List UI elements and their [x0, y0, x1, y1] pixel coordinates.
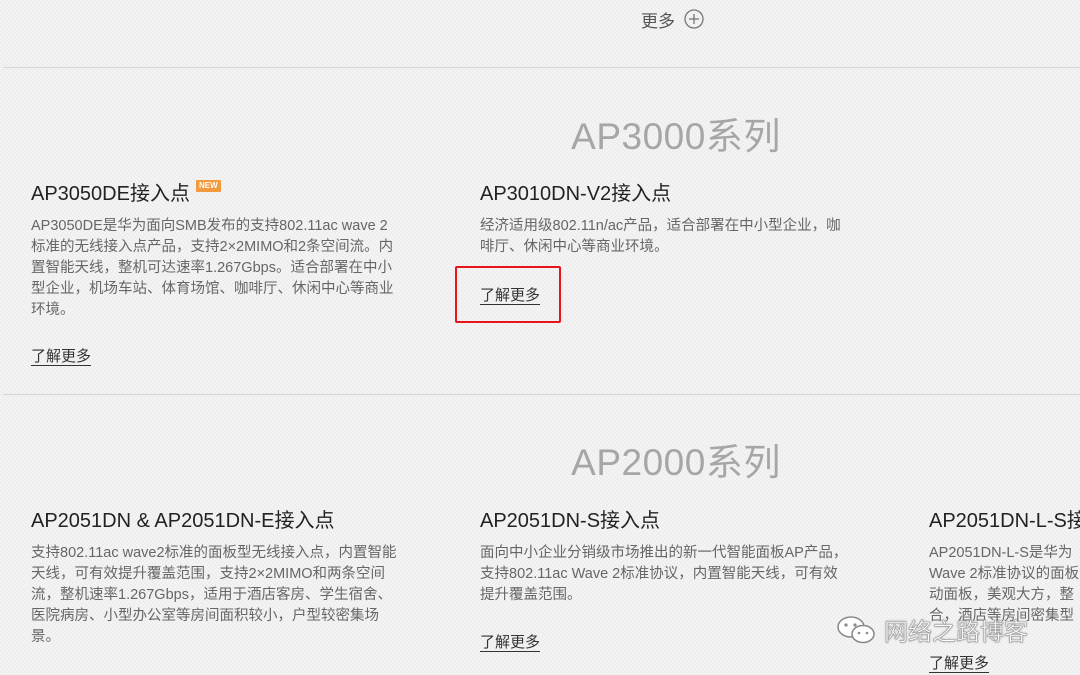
plus-circle-icon — [684, 9, 704, 29]
new-badge: NEW — [195, 179, 221, 192]
more-button[interactable]: 更多 — [641, 8, 704, 31]
learn-more-link-ap2051dn-l-s[interactable]: 了解更多 — [929, 652, 989, 673]
section-divider — [3, 394, 1080, 395]
product-description: 支持802.11ac wave2标准的面板型无线接入点，内置智能 天线，可有效提… — [31, 545, 397, 645]
learn-more-link-ap3050de[interactable]: 了解更多 — [31, 345, 91, 366]
learn-more-link-ap2051dn-s[interactable]: 了解更多 — [480, 631, 540, 652]
product-card-ap2051dn-s: AP2051DN-S接入点 面向中小企业分销级市场推出的新一代智能面板AP产品，… — [480, 504, 880, 606]
product-title: AP2051DN-S接入点 — [480, 510, 661, 532]
product-description: 面向中小企业分销级市场推出的新一代智能面板AP产品， 支持802.11ac Wa… — [480, 545, 848, 603]
wechat-icon — [837, 615, 875, 643]
more-label: 更多 — [641, 11, 675, 31]
product-title: AP2051DN-L-S接入点 — [929, 510, 1080, 532]
product-description: 经济适用级802.11n/ac产品，适合部署在中小型企业，咖 啡厅、休闲中心等商… — [480, 218, 841, 255]
series-title-ap3000: AP3000系列 — [571, 116, 781, 157]
product-title: AP2051DN & AP2051DN-E接入点 — [31, 510, 335, 532]
series-title-ap2000: AP2000系列 — [571, 442, 781, 483]
product-card-ap2051dn: AP2051DN & AP2051DN-E接入点 支持802.11ac wave… — [31, 504, 431, 648]
highlight-box — [455, 266, 561, 323]
section-divider — [3, 67, 1080, 68]
product-card-ap3010dn-v2: AP3010DN-V2接入点 经济适用级802.11n/ac产品，适合部署在中小… — [480, 177, 880, 258]
watermark: 网络之路博客 — [836, 612, 1028, 647]
product-card-ap2051dn-l-s: AP2051DN-L-S接入点 AP2051DN-L-S是华为 Wave 2标准… — [929, 504, 1080, 627]
product-title: AP3050DE接入点 NEW — [31, 177, 431, 206]
product-description: AP3050DE是华为面向SMB发布的支持802.11ac wave 2 标准的… — [31, 218, 394, 318]
watermark-text: 网络之路博客 — [884, 619, 1029, 647]
product-card-ap3050de: AP3050DE接入点 NEW AP3050DE是华为面向SMB发布的支持802… — [31, 177, 431, 321]
product-title: AP3010DN-V2接入点 — [480, 183, 672, 205]
